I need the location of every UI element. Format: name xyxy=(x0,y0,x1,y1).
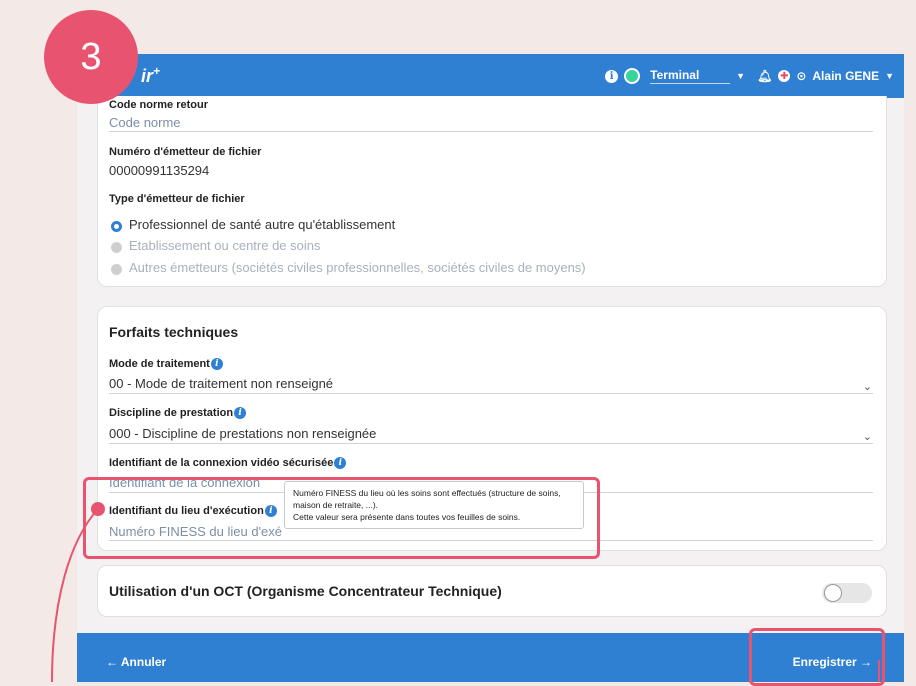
annotation-dot xyxy=(91,502,105,516)
annotation-connector xyxy=(51,508,880,682)
